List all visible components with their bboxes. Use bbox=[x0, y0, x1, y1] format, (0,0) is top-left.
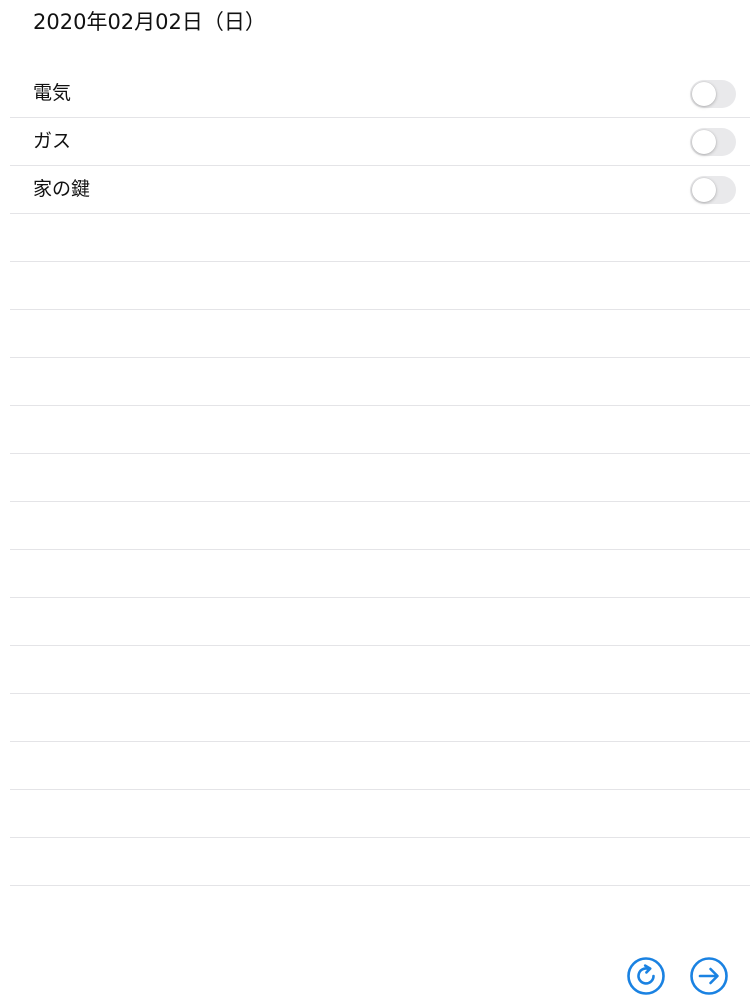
electricity-toggle[interactable] bbox=[690, 80, 736, 108]
house-key-toggle[interactable] bbox=[690, 176, 736, 204]
empty-list-row bbox=[10, 838, 750, 886]
empty-list-row bbox=[10, 598, 750, 646]
empty-list-row bbox=[10, 550, 750, 598]
empty-list-row bbox=[10, 310, 750, 358]
empty-rows bbox=[10, 214, 750, 886]
checklist-screen: 2020年02月02日（日） 電気 ガス 家の鍵 bbox=[0, 0, 750, 1000]
refresh-icon bbox=[627, 957, 665, 995]
list-item-electricity: 電気 bbox=[10, 70, 750, 118]
gas-toggle[interactable] bbox=[690, 128, 736, 156]
refresh-button[interactable] bbox=[626, 956, 666, 996]
empty-list-row bbox=[10, 406, 750, 454]
bottom-toolbar bbox=[0, 940, 750, 1000]
toggle-knob bbox=[692, 178, 716, 202]
toggle-knob bbox=[692, 82, 716, 106]
empty-list-row bbox=[10, 454, 750, 502]
list-item-label: ガス bbox=[33, 130, 72, 152]
list-item-label: 電気 bbox=[33, 82, 72, 104]
empty-list-row bbox=[10, 646, 750, 694]
arrow-right-icon bbox=[690, 957, 728, 995]
page-title: 2020年02月02日（日） bbox=[33, 10, 266, 34]
next-button[interactable] bbox=[689, 956, 729, 996]
empty-list-row bbox=[10, 742, 750, 790]
empty-list-row bbox=[10, 790, 750, 838]
checklist: 電気 ガス 家の鍵 bbox=[10, 70, 750, 886]
list-item-gas: ガス bbox=[10, 118, 750, 166]
empty-list-row bbox=[10, 694, 750, 742]
empty-list-row bbox=[10, 262, 750, 310]
toggle-knob bbox=[692, 130, 716, 154]
list-item-house-key: 家の鍵 bbox=[10, 166, 750, 214]
empty-list-row bbox=[10, 502, 750, 550]
list-item-label: 家の鍵 bbox=[33, 178, 91, 200]
empty-list-row bbox=[10, 214, 750, 262]
empty-list-row bbox=[10, 358, 750, 406]
